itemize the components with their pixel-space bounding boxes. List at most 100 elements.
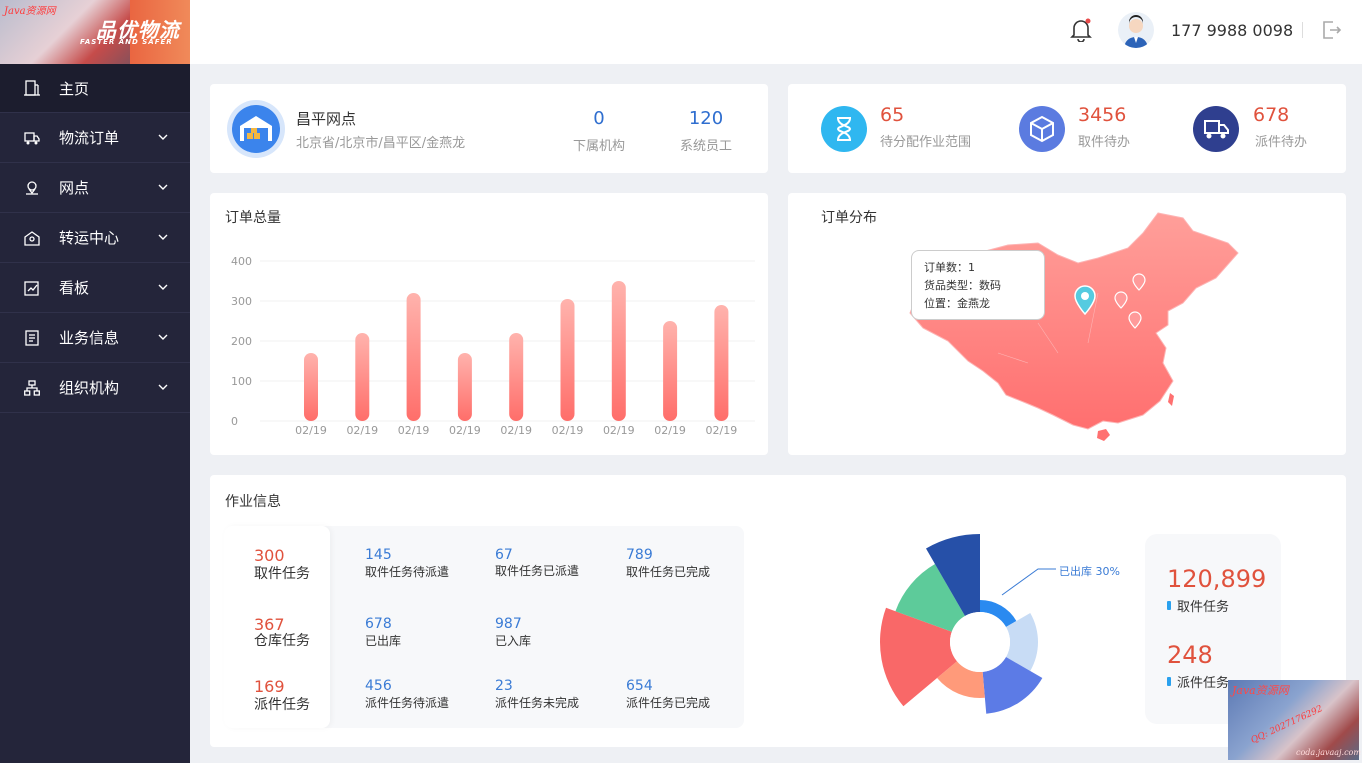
sidebar-item-board[interactable]: 看板 — [0, 263, 190, 313]
y-tick-label: 300 — [231, 295, 252, 308]
delivery-total-value: 248 — [1167, 641, 1213, 669]
x-tick-label: 02/19 — [706, 424, 738, 437]
order-bar[interactable] — [663, 321, 678, 421]
todo-value[interactable]: 678 — [1253, 104, 1289, 126]
logout-icon[interactable] — [1320, 19, 1342, 41]
subordinate-count: 0 — [593, 108, 605, 129]
sidebar-item-label: 看板 — [59, 279, 90, 297]
warehouse-building-icon — [227, 100, 285, 158]
chevron-down-icon — [158, 134, 168, 140]
sidebar-item-label: 转运中心 — [59, 229, 120, 247]
order-bar[interactable] — [457, 353, 472, 421]
subordinate-label: 下属机构 — [572, 139, 625, 154]
x-tick-label: 02/19 — [500, 424, 532, 437]
todo-icon-wrap[interactable] — [1019, 106, 1065, 152]
sidebar-item-label: 网点 — [59, 179, 90, 197]
order-map-card: 订单分布 订单数：1 货品类型：数码 位置：金燕龙 — [788, 193, 1346, 455]
y-tick-label: 0 — [231, 415, 238, 428]
brand-logo[interactable]: 品优物流 FASTER AND SAFER Java资源网 — [0, 0, 190, 64]
sidebar-item-home[interactable]: 主页 — [0, 64, 190, 113]
map-tooltip: 订单数：1 货品类型：数码 位置：金燕龙 — [911, 250, 1045, 320]
watermark-qq: QQ: 2027176292 — [1249, 704, 1325, 746]
y-tick-label: 100 — [231, 375, 252, 388]
todo-label: 待分配作业范围 — [880, 135, 972, 150]
china-map[interactable] — [898, 203, 1248, 443]
task-metric-value[interactable]: 67 — [495, 547, 513, 563]
order-bar[interactable] — [509, 333, 524, 421]
sidebar: 品优物流 FASTER AND SAFER Java资源网 主页 物流订单 网点… — [0, 0, 190, 763]
avatar[interactable] — [1118, 12, 1154, 48]
pickup-total-label: 取件任务 — [1177, 600, 1230, 615]
rose-center — [950, 612, 1010, 672]
watermark-text: Java资源网 — [4, 6, 56, 17]
truck-icon — [24, 131, 40, 144]
pickup-total-value: 120,899 — [1167, 565, 1267, 593]
x-tick-label: 02/19 — [398, 424, 430, 437]
todo-icon-wrap[interactable] — [821, 106, 867, 152]
map-title: 订单分布 — [821, 210, 877, 226]
x-tick-label: 02/19 — [603, 424, 635, 437]
rose-callout-line — [1001, 568, 1056, 596]
employee-count: 120 — [688, 108, 724, 129]
warehouse-icon — [24, 230, 40, 246]
y-tick-label: 400 — [231, 255, 252, 268]
chevron-down-icon — [158, 184, 168, 190]
warehouse-task-label: 仓库任务 — [254, 633, 310, 649]
document-icon — [25, 329, 39, 346]
task-metric-label: 派件任务已完成 — [626, 696, 711, 710]
employee-label: 系统员工 — [679, 139, 732, 154]
chevron-down-icon — [158, 384, 168, 390]
home-icon — [24, 80, 40, 96]
site-address: 北京省/北京市/昌平区/金燕龙 — [296, 136, 466, 151]
order-bar[interactable] — [611, 281, 626, 421]
sidebar-item-label: 主页 — [59, 79, 90, 98]
delivery-total-label: 派件任务 — [1177, 676, 1230, 691]
todo-icon-wrap[interactable] — [1193, 106, 1239, 152]
order-bar[interactable] — [714, 305, 729, 421]
chevron-down-icon — [158, 334, 168, 340]
chart-board-icon — [24, 280, 39, 296]
sidebar-item-orders[interactable]: 物流订单 — [0, 113, 190, 163]
x-tick-label: 02/19 — [346, 424, 378, 437]
order-bar[interactable] — [406, 293, 421, 421]
x-tick-label: 02/19 — [449, 424, 481, 437]
site-name: 昌平网点 — [296, 110, 357, 128]
rose-callout-label: 已出库 30% — [1059, 565, 1120, 578]
sidebar-item-business-info[interactable]: 业务信息 — [0, 313, 190, 363]
task-metric-value[interactable]: 23 — [495, 678, 513, 694]
x-tick-label: 02/19 — [552, 424, 584, 437]
org-chart-icon — [24, 379, 40, 396]
task-metric-value[interactable]: 654 — [626, 678, 653, 694]
watermark-image: Java资源网 QQ: 2027176292 coda.javaaj.com — [1228, 680, 1361, 760]
sidebar-item-organization[interactable]: 组织机构 — [0, 363, 190, 413]
x-tick-label: 02/19 — [654, 424, 686, 437]
task-metric-value[interactable]: 789 — [626, 547, 653, 563]
tooltip-location: 位置：金燕龙 — [924, 297, 990, 310]
task-metric-label: 取件任务已完成 — [626, 565, 711, 579]
tooltip-goods-type: 货品类型：数码 — [924, 279, 1001, 292]
sidebar-item-outlets[interactable]: 网点 — [0, 163, 190, 213]
todo-value[interactable]: 65 — [880, 104, 904, 126]
header-divider — [1302, 22, 1303, 38]
user-phone[interactable]: 177 9988 0098 — [1171, 21, 1293, 40]
warehouse-rose-chart[interactable] — [860, 520, 1140, 730]
pickup-task-label: 取件任务 — [254, 566, 310, 582]
order-bar[interactable] — [355, 333, 370, 421]
order-bar[interactable] — [304, 353, 318, 421]
site-info-card: 昌平网点 北京省/北京市/昌平区/金燕龙 0 下属机构 120 系统员工 — [210, 84, 768, 173]
task-metric-value[interactable]: 678 — [365, 616, 392, 632]
notification-bell-icon[interactable] — [1070, 18, 1092, 42]
brand-slogan: FASTER AND SAFER — [80, 38, 173, 46]
task-metric-value[interactable]: 456 — [365, 678, 392, 694]
tooltip-order-count: 订单数：1 — [924, 261, 975, 274]
todo-value[interactable]: 3456 — [1078, 104, 1126, 126]
x-tick-label: 02/19 — [295, 424, 327, 437]
sidebar-nav: 主页 物流订单 网点 转运中心 看板 业务信息 组织机构 — [0, 64, 190, 413]
legend-dot — [1167, 601, 1171, 610]
order-bar[interactable] — [560, 299, 575, 421]
task-metric-value[interactable]: 145 — [365, 547, 392, 563]
task-metric-label: 派件任务未完成 — [495, 696, 580, 710]
task-metric-value[interactable]: 987 — [495, 616, 522, 632]
sidebar-item-transfer-center[interactable]: 转运中心 — [0, 213, 190, 263]
task-metric-label: 取件任务已派遣 — [495, 564, 580, 578]
